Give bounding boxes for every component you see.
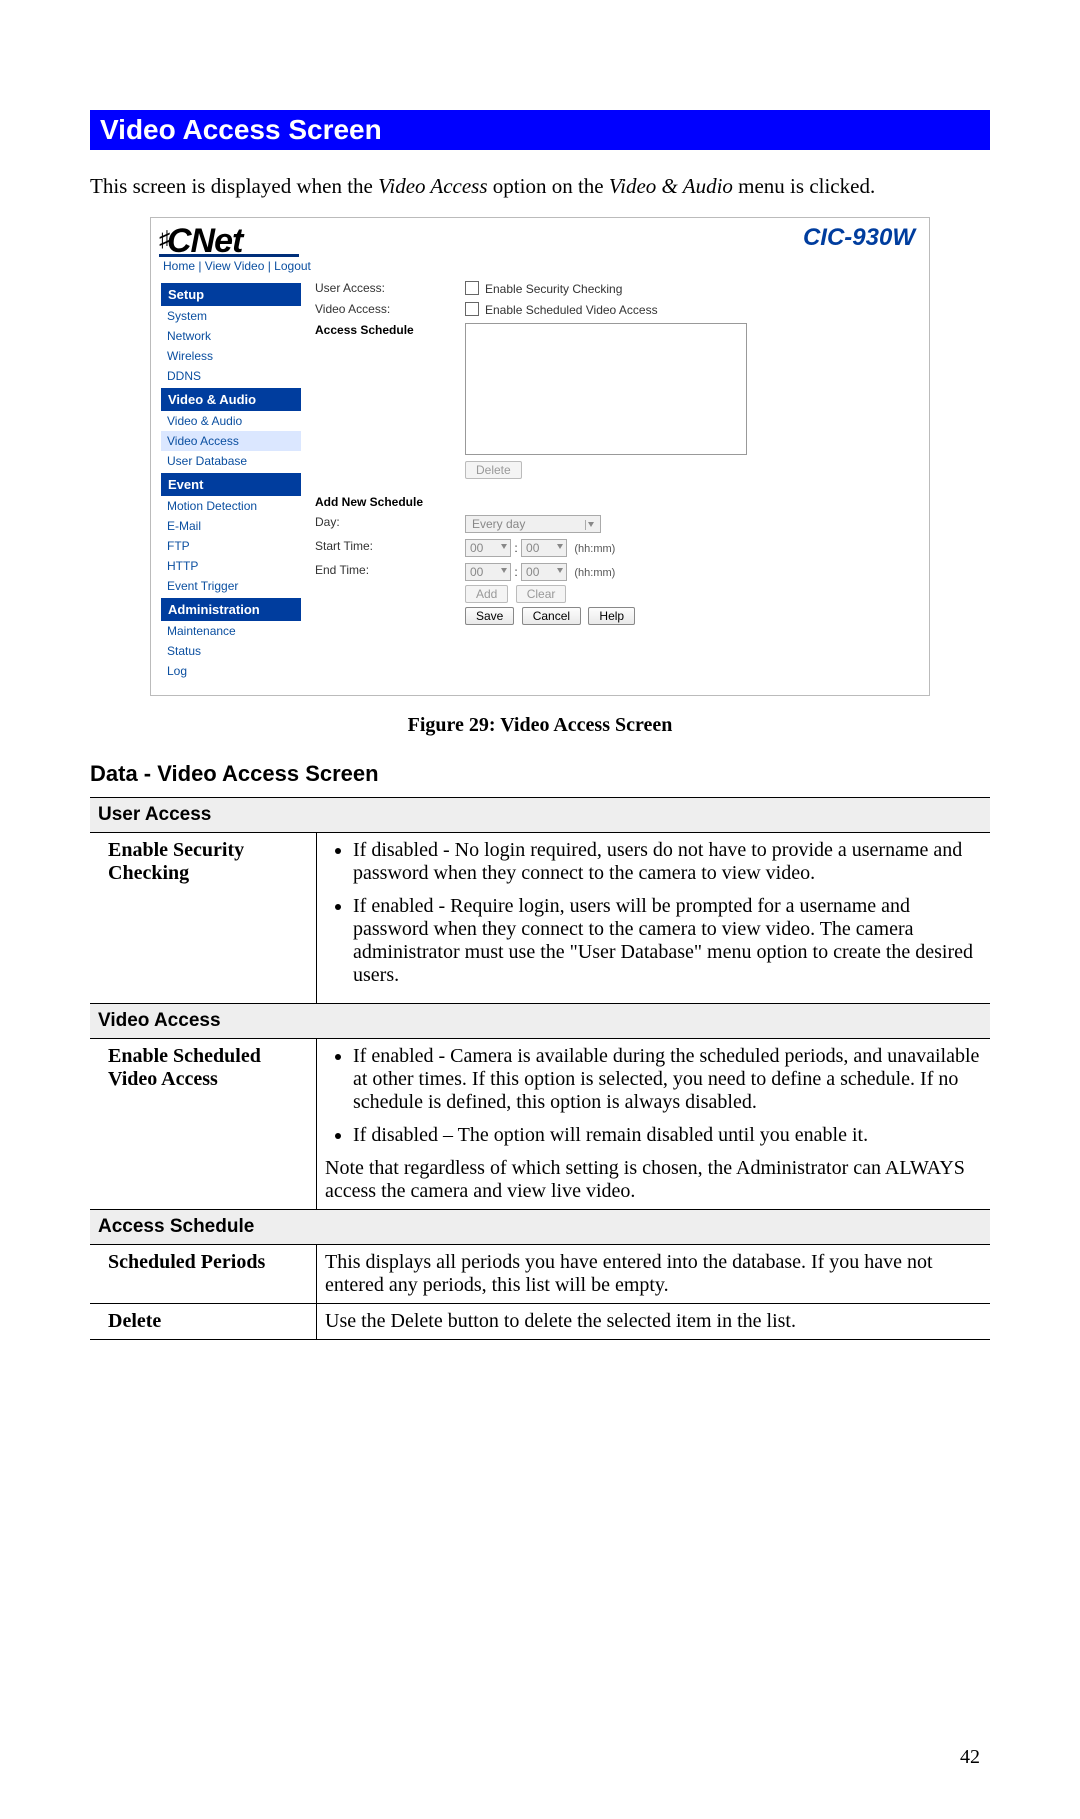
data-table: User Access Enable Security Checking If … xyxy=(90,797,990,1340)
hhmm-hint: (hh:mm) xyxy=(574,543,615,555)
nav-item-http[interactable]: HTTP xyxy=(161,556,301,576)
cancel-button[interactable]: Cancel xyxy=(522,607,581,625)
nav-item-status[interactable]: Status xyxy=(161,641,301,661)
row-scheduled-periods-key: Scheduled Periods xyxy=(90,1245,317,1304)
end-hour-value: 00 xyxy=(470,565,483,579)
start-hour-value: 00 xyxy=(470,541,483,555)
help-button[interactable]: Help xyxy=(588,607,635,625)
chevron-down-icon xyxy=(556,567,564,575)
admin-note: Note that regardless of which setting is… xyxy=(325,1157,982,1203)
chevron-down-icon xyxy=(500,543,508,551)
device-model: CIC-930W xyxy=(803,224,915,252)
row-delete-val: Use the Delete button to delete the sele… xyxy=(317,1304,991,1340)
enable-security-checkbox[interactable] xyxy=(465,281,479,295)
nav-item-log[interactable]: Log xyxy=(161,661,301,681)
logo-text: CNet xyxy=(167,222,242,260)
intro-em-1: Video Access xyxy=(378,174,487,198)
figure-caption: Figure 29: Video Access Screen xyxy=(90,714,990,737)
add-new-schedule-heading: Add New Schedule xyxy=(315,495,465,509)
nav-header-setup: Setup xyxy=(161,283,301,306)
enable-security-label: Enable Security Checking xyxy=(485,282,622,296)
start-minute-value: 00 xyxy=(526,541,539,555)
nav-item-motion-detection[interactable]: Motion Detection xyxy=(161,496,301,516)
nav-item-video-access[interactable]: Video Access xyxy=(161,431,301,451)
chevron-down-icon xyxy=(585,520,596,530)
intro-text-3: menu is clicked. xyxy=(733,174,875,198)
top-nav-links[interactable]: Home | View Video | Logout xyxy=(151,257,929,273)
start-time-label: Start Time: xyxy=(315,539,465,557)
nav-header-administration: Administration xyxy=(161,598,301,621)
day-select[interactable]: Every day xyxy=(465,515,601,533)
video-access-label: Video Access: xyxy=(315,302,465,317)
row-scheduled-periods-val: This displays all periods you have enter… xyxy=(317,1245,991,1304)
bullet: If disabled - No login required, users d… xyxy=(353,839,982,885)
nav-header-video-audio: Video & Audio xyxy=(161,388,301,411)
embedded-screenshot: ♯CNet CIC-930W Home | View Video | Logou… xyxy=(150,217,930,696)
nav-item-email[interactable]: E-Mail xyxy=(161,516,301,536)
save-button[interactable]: Save xyxy=(465,607,514,625)
day-label: Day: xyxy=(315,515,465,533)
hhmm-hint: (hh:mm) xyxy=(574,567,615,579)
bullet: If disabled – The option will remain dis… xyxy=(353,1124,982,1147)
add-button[interactable]: Add xyxy=(465,585,508,603)
intro-em-2: Video & Audio xyxy=(609,174,733,198)
day-select-value: Every day xyxy=(472,517,525,531)
nav-item-wireless[interactable]: Wireless xyxy=(161,346,301,366)
access-schedule-heading: Access Schedule xyxy=(315,323,465,479)
form-area: User Access: Enable Security Checking Vi… xyxy=(315,281,919,681)
nav-item-user-database[interactable]: User Database xyxy=(161,451,301,471)
chevron-down-icon xyxy=(500,567,508,575)
nav-item-network[interactable]: Network xyxy=(161,326,301,346)
nav-item-video-audio[interactable]: Video & Audio xyxy=(161,411,301,431)
nav-item-ddns[interactable]: DDNS xyxy=(161,366,301,386)
enable-scheduled-checkbox[interactable] xyxy=(465,302,479,316)
intro-paragraph: This screen is displayed when the Video … xyxy=(90,174,990,199)
row-enable-security-key: Enable Security Checking xyxy=(90,833,317,1004)
clear-button[interactable]: Clear xyxy=(516,585,567,603)
table-section-video-access: Video Access xyxy=(90,1004,990,1039)
start-hour-select[interactable]: 00 xyxy=(465,539,511,557)
bullet: If enabled - Camera is available during … xyxy=(353,1045,982,1114)
table-section-access-schedule: Access Schedule xyxy=(90,1210,990,1245)
delete-button[interactable]: Delete xyxy=(465,461,522,479)
schedule-listbox[interactable] xyxy=(465,323,747,455)
nav-item-ftp[interactable]: FTP xyxy=(161,536,301,556)
intro-text-1: This screen is displayed when the xyxy=(90,174,378,198)
row-enable-security-val: If disabled - No login required, users d… xyxy=(317,833,991,1004)
data-section-title: Data - Video Access Screen xyxy=(90,761,990,787)
end-minute-select[interactable]: 00 xyxy=(521,563,567,581)
row-enable-scheduled-val: If enabled - Camera is available during … xyxy=(317,1039,991,1210)
nav-item-maintenance[interactable]: Maintenance xyxy=(161,621,301,641)
end-minute-value: 00 xyxy=(526,565,539,579)
bullet: If enabled - Require login, users will b… xyxy=(353,895,982,987)
table-section-user-access: User Access xyxy=(90,798,990,833)
page-number: 42 xyxy=(960,1746,980,1769)
side-navigation: Setup System Network Wireless DDNS Video… xyxy=(161,281,301,681)
user-access-label: User Access: xyxy=(315,281,465,296)
start-minute-select[interactable]: 00 xyxy=(521,539,567,557)
row-enable-scheduled-key: Enable Scheduled Video Access xyxy=(90,1039,317,1210)
page-banner: Video Access Screen xyxy=(90,110,990,150)
end-hour-select[interactable]: 00 xyxy=(465,563,511,581)
nav-item-event-trigger[interactable]: Event Trigger xyxy=(161,576,301,596)
brand-logo: ♯CNet xyxy=(159,224,299,257)
nav-item-system[interactable]: System xyxy=(161,306,301,326)
chevron-down-icon xyxy=(556,543,564,551)
end-time-label: End Time: xyxy=(315,563,465,625)
nav-header-event: Event xyxy=(161,473,301,496)
intro-text-2: option on the xyxy=(488,174,609,198)
row-delete-key: Delete xyxy=(90,1304,317,1340)
enable-scheduled-label: Enable Scheduled Video Access xyxy=(485,303,658,317)
